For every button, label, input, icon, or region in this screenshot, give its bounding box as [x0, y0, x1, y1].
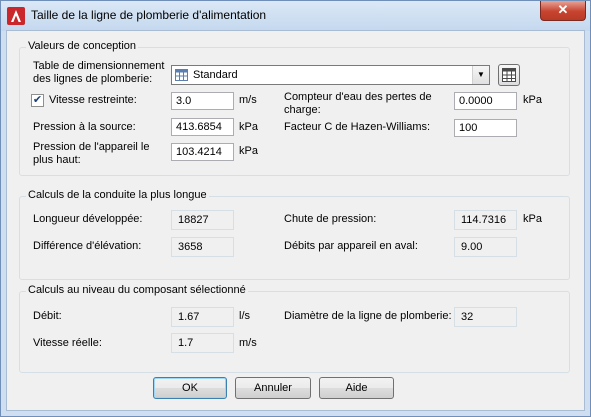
elevation-diff-label: Différence d'élévation:	[33, 240, 142, 252]
help-button[interactable]: Aide	[319, 377, 394, 399]
restricted-speed-input[interactable]: 3.0	[171, 92, 234, 110]
downstream-flow-value: 9.00	[454, 237, 517, 257]
ok-button[interactable]: OK	[153, 377, 227, 399]
meter-loss-input[interactable]: 0.0000	[454, 92, 517, 110]
pipe-diameter-label: Diamètre de la ligne de plomberie:	[284, 310, 452, 322]
fixture-pressure-input[interactable]: 103.4214	[171, 143, 234, 161]
actual-speed-value: 1.7	[171, 333, 234, 353]
close-button[interactable]: ✕	[540, 1, 586, 21]
hazen-williams-label: Facteur C de Hazen-Williams:	[284, 121, 431, 133]
dialog-client: Valeurs de conception Table de dimension…	[6, 30, 585, 411]
meter-loss-unit: kPa	[523, 94, 542, 106]
restricted-speed-unit: m/s	[239, 94, 257, 106]
table-icon	[502, 68, 516, 82]
fixture-pressure-unit: kPa	[239, 145, 258, 157]
elevation-diff-value: 3658	[171, 237, 234, 257]
pressure-drop-unit: kPa	[523, 213, 542, 225]
restricted-speed-label: Vitesse restreinte:	[49, 94, 137, 106]
close-icon: ✕	[557, 2, 569, 17]
chevron-down-icon[interactable]: ▼	[472, 66, 489, 84]
table-icon	[175, 69, 188, 81]
source-pressure-unit: kPa	[239, 121, 258, 133]
table-label: Table de dimensionnement des lignes de p…	[33, 60, 173, 86]
pressure-drop-label: Chute de pression:	[284, 213, 377, 225]
table-label-text: Table de dimensionnement des lignes de p…	[33, 60, 165, 85]
hazen-williams-input[interactable]: 100	[454, 119, 517, 137]
developed-length-label: Longueur développée:	[33, 213, 143, 225]
longest-run-title: Calculs de la conduite la plus longue	[26, 189, 209, 201]
restricted-speed-checkbox[interactable]: ✔	[31, 94, 44, 107]
flow-label: Débit:	[33, 310, 62, 322]
cancel-button[interactable]: Annuler	[235, 377, 311, 399]
table-editor-button[interactable]	[498, 64, 520, 86]
source-pressure-input[interactable]: 413.6854	[171, 118, 234, 136]
title-bar[interactable]: Taille de la ligne de plomberie d'alimen…	[1, 1, 590, 31]
flow-unit: l/s	[239, 310, 250, 322]
developed-length-value: 18827	[171, 210, 234, 230]
actual-speed-unit: m/s	[239, 337, 257, 349]
table-select[interactable]: Standard ▼	[171, 65, 490, 85]
checkmark-icon: ✔	[32, 94, 43, 106]
downstream-flow-label: Débits par appareil en aval:	[284, 240, 418, 252]
source-pressure-label: Pression à la source:	[33, 121, 136, 133]
autocad-app-icon	[7, 7, 25, 25]
pressure-drop-value: 114.7316	[454, 210, 517, 230]
window-title: Taille de la ligne de plomberie d'alimen…	[31, 8, 267, 22]
table-select-value: Standard	[193, 69, 238, 81]
design-values-title: Valeurs de conception	[26, 40, 139, 52]
meter-loss-label: Compteur d'eau des pertes de charge:	[284, 91, 432, 116]
flow-value: 1.67	[171, 307, 234, 327]
selected-component-group: Calculs au niveau du composant sélection…	[19, 284, 570, 373]
actual-speed-label: Vitesse réelle:	[33, 337, 102, 349]
pipe-diameter-value: 32	[454, 307, 517, 327]
fixture-pressure-label: Pression de l'appareil le plus haut:	[33, 141, 150, 166]
selected-component-title: Calculs au niveau du composant sélection…	[26, 284, 248, 296]
